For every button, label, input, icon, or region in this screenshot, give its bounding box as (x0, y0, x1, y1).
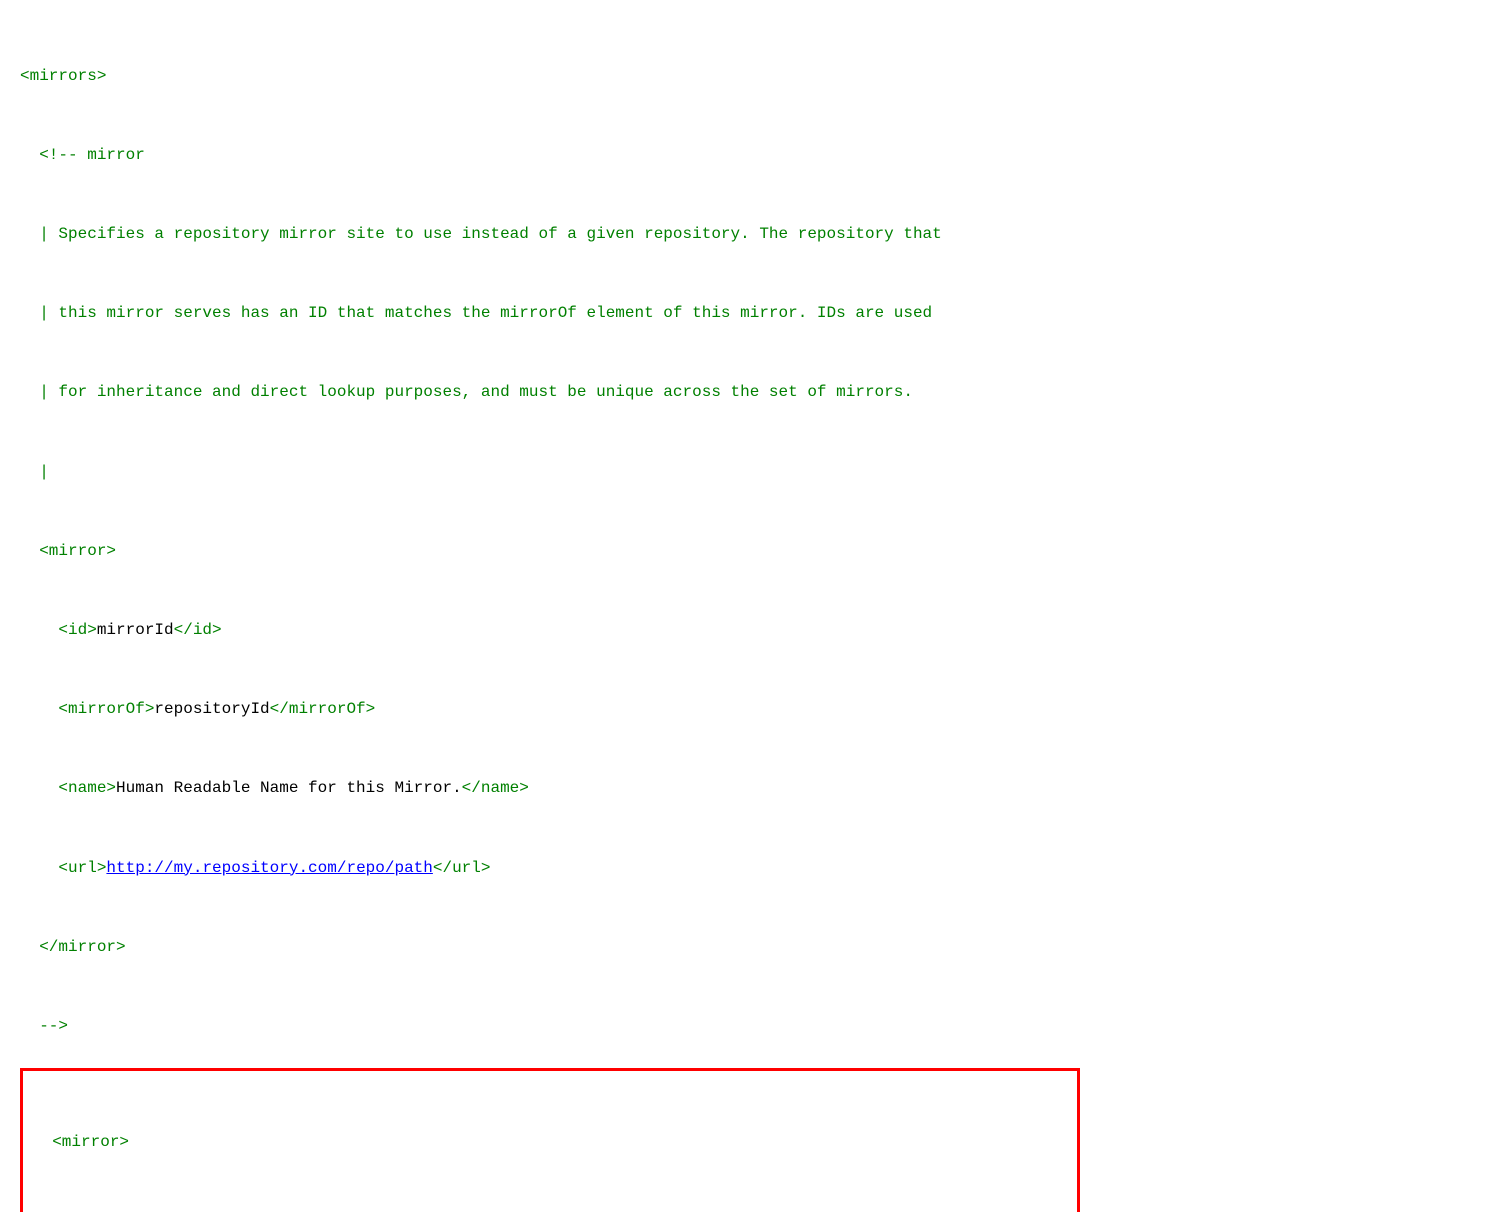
tag-name-open: <name> (58, 779, 116, 797)
url-link[interactable]: http://my.repository.com/repo/path (106, 859, 432, 877)
line-comment-4: | (20, 459, 1484, 485)
tag-url-close: </url> (433, 859, 491, 877)
hl-mirror-open: <mirror> (33, 1129, 1067, 1155)
tag-id-open: <id> (58, 621, 96, 639)
comment-text-1: | Specifies a repository mirror site to … (20, 225, 942, 243)
line-comment-1: | Specifies a repository mirror site to … (20, 221, 1484, 247)
comment-text-3: | for inheritance and direct lookup purp… (20, 383, 913, 401)
line-mirrors-open: <mirrors> (20, 63, 1484, 89)
line-id: <id>mirrorId</id> (20, 617, 1484, 643)
line-comment-3: | for inheritance and direct lookup purp… (20, 379, 1484, 405)
tag-name-close: </name> (462, 779, 529, 797)
tag-url-open: <url> (58, 859, 106, 877)
comment-text-4: | (20, 463, 49, 481)
tag-mirror-close: </mirror> (39, 938, 125, 956)
id-value: mirrorId (97, 621, 174, 639)
hl-tag-mirror-open: <mirror> (52, 1133, 129, 1151)
comment-start: <!-- mirror (20, 146, 145, 164)
tag-id-close: </id> (174, 621, 222, 639)
highlighted-code: <mirror> <id>nexus-aliyun</id> <mirrorOf… (33, 1077, 1067, 1212)
comment-text-2: | this mirror serves has an ID that matc… (20, 304, 932, 322)
code-viewer: <mirrors> <!-- mirror | Specifies a repo… (20, 10, 1484, 1066)
line-name: <name>Human Readable Name for this Mirro… (20, 775, 1484, 801)
line-mirror-close: </mirror> (20, 934, 1484, 960)
line-mirrorof: <mirrorOf>repositoryId</mirrorOf> (20, 696, 1484, 722)
name-value: Human Readable Name for this Mirror. (116, 779, 462, 797)
tag-mirrorof-close: </mirrorOf> (270, 700, 376, 718)
comment-end: --> (39, 1017, 68, 1035)
line-comment-end: --> (20, 1013, 1484, 1039)
line-comment-2: | this mirror serves has an ID that matc… (20, 300, 1484, 326)
highlighted-mirror-block: <mirror> <id>nexus-aliyun</id> <mirrorOf… (20, 1068, 1080, 1212)
line-mirror-open: <mirror> (20, 538, 1484, 564)
hl-id: <id>nexus-aliyun</id> (33, 1209, 1067, 1212)
mirrorof-value: repositoryId (154, 700, 269, 718)
tag-mirror-open: <mirror> (39, 542, 116, 560)
tag-mirrorof-open: <mirrorOf> (58, 700, 154, 718)
tag-mirrors-open: <mirrors> (20, 67, 106, 85)
line-comment-start: <!-- mirror (20, 142, 1484, 168)
line-url: <url>http://my.repository.com/repo/path<… (20, 855, 1484, 881)
